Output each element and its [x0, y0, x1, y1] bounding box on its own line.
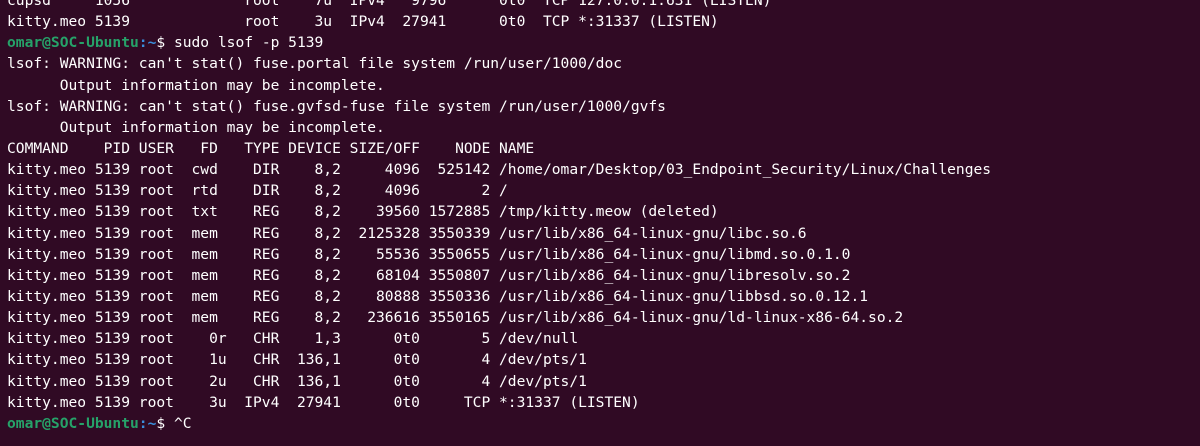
output-line: kitty.meo 5139 root 3u IPv4 27941 0t0 TC… — [7, 393, 640, 411]
output-line: kitty.meo 5139 root 1u CHR 136,1 0t0 4 /… — [7, 351, 587, 369]
prompt-path: :~ — [138, 34, 157, 52]
command-line: omar@SOC-Ubuntu:~$ ^C — [7, 413, 1200, 434]
prompt-symbol: $ — [156, 414, 174, 432]
output-line: lsof: WARNING: can't stat() fuse.gvfsd-f… — [7, 97, 666, 115]
output-line: lsof: WARNING: can't stat() fuse.portal … — [7, 55, 623, 73]
output-line: kitty.meo 5139 root cwd DIR 8,2 4096 525… — [7, 161, 992, 179]
output-line: Output information may be incomplete. — [7, 76, 385, 94]
command-text: ^C — [173, 414, 192, 432]
prompt-user-host: omar@SOC-Ubuntu — [7, 414, 139, 432]
prompt-symbol: $ — [156, 34, 174, 52]
output-line: kitty.meo 5139 root 2u CHR 136,1 0t0 4 /… — [7, 372, 587, 390]
terminal-output: cupsd 1056 root 7u IPv4 9796 0t0 TCP 127… — [7, 0, 1200, 434]
output-line: kitty.meo 5139 root 0r CHR 1,3 0t0 5 /de… — [7, 330, 579, 348]
output-line: kitty.meo 5139 root 3u IPv4 27941 0t0 TC… — [7, 13, 719, 31]
output-line: kitty.meo 5139 root mem REG 8,2 2125328 … — [7, 224, 807, 242]
output-line: kitty.meo 5139 root txt REG 8,2 39560 15… — [7, 203, 719, 221]
command-line: omar@SOC-Ubuntu:~$ sudo lsof -p 5139 — [7, 32, 1200, 53]
output-line: kitty.meo 5139 root mem REG 8,2 68104 35… — [7, 266, 851, 284]
output-line: COMMAND PID USER FD TYPE DEVICE SIZE/OFF… — [7, 139, 535, 157]
output-line: kitty.meo 5139 root mem REG 8,2 236616 3… — [7, 309, 904, 327]
command-text: sudo lsof -p 5139 — [173, 34, 324, 52]
output-line: kitty.meo 5139 root rtd DIR 8,2 4096 2 / — [7, 182, 508, 200]
terminal-window[interactable]: cupsd 1056 root 7u IPv4 9796 0t0 TCP 127… — [0, 0, 1200, 436]
output-line: Output information may be incomplete. — [7, 118, 385, 136]
prompt-user-host: omar@SOC-Ubuntu — [7, 34, 139, 52]
output-line: kitty.meo 5139 root mem REG 8,2 55536 35… — [7, 245, 851, 263]
output-line: cupsd 1056 root 7u IPv4 9796 0t0 TCP 127… — [7, 0, 772, 9]
prompt-path: :~ — [138, 414, 157, 432]
output-line: kitty.meo 5139 root mem REG 8,2 80888 35… — [7, 287, 869, 305]
